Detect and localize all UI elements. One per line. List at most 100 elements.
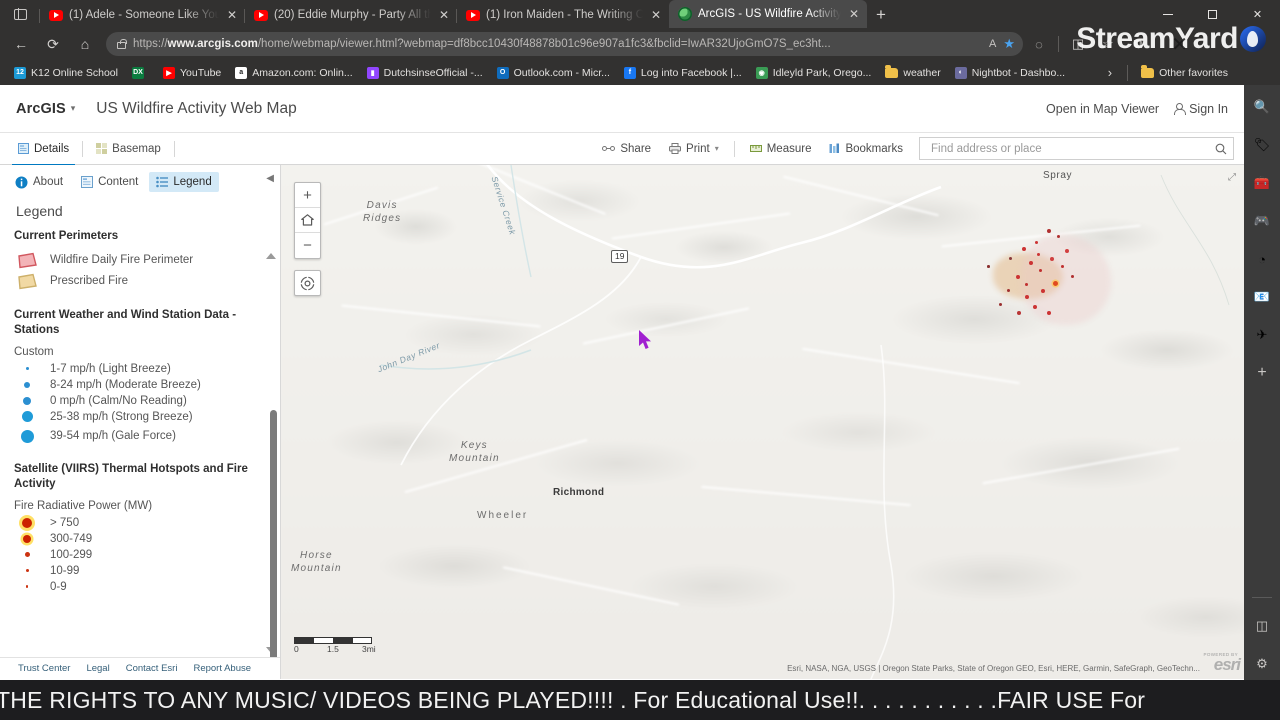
locate-button[interactable] [294,270,321,296]
other-favorites-button[interactable]: Other favorites [1135,65,1234,81]
microsoft365-icon[interactable]: ◔ [1252,249,1272,269]
bookmark-label: Amazon.com: Onlin... [252,66,353,79]
minimize-button[interactable] [1145,0,1190,28]
close-tab-button[interactable]: ✕ [225,9,239,21]
collections-icon[interactable]: ⧉ [1124,31,1152,57]
map-search-box[interactable] [919,137,1234,160]
tab-legend[interactable]: Legend [149,172,219,192]
close-tab-button[interactable]: ✕ [649,9,663,21]
split-screen-icon[interactable]: ◫ [1064,31,1092,57]
report-abuse-link[interactable]: Report Abuse [193,663,251,674]
panel-scrollbar[interactable] [270,410,277,657]
new-tab-button[interactable]: + [867,2,895,28]
home-button[interactable] [295,208,320,233]
legend-symbol [14,517,40,528]
bookmark-item[interactable]: 12 K12 Online School [8,65,124,81]
close-tab-button[interactable]: ✕ [437,9,451,21]
browser-tab[interactable]: (20) Eddie Murphy - Party All the ✕ [244,2,457,28]
map-label: Wheeler [477,510,529,521]
collapse-panel-button[interactable]: ◀ [266,173,274,184]
legend-symbol [14,396,40,405]
tab-details[interactable]: Details [10,137,77,166]
tab-separator [39,9,40,23]
legend-item-label: 39-54 mp/h (Gale Force) [50,430,176,443]
back-button[interactable]: ← [6,31,36,57]
divider [82,140,84,157]
browser-tab[interactable]: (1) Adele - Someone Like You (lV ✕ [39,2,245,28]
tab-title: (1) Adele - Someone Like You (lV [69,9,219,21]
bookmark-item[interactable]: O Outlook.com - Micr... [491,65,616,81]
measure-icon [749,145,762,152]
k12-icon: 12 [14,66,26,79]
close-window-button[interactable]: ✕ [1235,0,1280,28]
contact-esri-link[interactable]: Contact Esri [126,663,178,674]
outlook-icon[interactable]: 📧 [1252,287,1272,307]
maximize-button[interactable] [1190,0,1235,28]
arcgis-brand[interactable]: ArcGIS [16,101,66,117]
legend-symbol [14,411,40,423]
tab-actions-button[interactable] [0,0,40,28]
add-icon[interactable]: + [1252,363,1272,383]
settings-gear-icon[interactable]: ⚙ [1252,654,1272,674]
bookmark-item[interactable]: DX [126,65,155,81]
tab-content[interactable]: Content [74,172,145,192]
measure-button[interactable]: Measure [742,137,820,161]
address-bar[interactable]: https://www.arcgis.com/home/webmap/viewe… [106,32,1023,56]
reload-button[interactable]: ⟳ [38,31,68,57]
games-icon[interactable]: 🎮 [1252,211,1272,231]
scroll-up-arrow[interactable] [266,253,276,259]
scale-mid: 1.5 [327,644,339,654]
divider [733,140,735,157]
search-icon[interactable] [1215,143,1227,155]
other-favorites-label: Other favorites [1159,66,1228,79]
browser-tab-active[interactable]: ArcGIS - US Wildfire Activity Web ✕ [669,0,867,28]
open-in-map-viewer-link[interactable]: Open in Map Viewer [1046,102,1159,116]
legend-item-label: Wildfire Daily Fire Perimeter [50,254,194,267]
legend-item: Wildfire Daily Fire Perimeter [14,252,266,269]
close-icon[interactable]: ✕ [1171,32,1188,57]
search-input[interactable] [929,141,1215,156]
bookmark-item[interactable]: ▶ YouTube [157,65,227,81]
expand-icon[interactable]: ⤢ [1228,172,1236,183]
toolbar-actions: Share Print ▾ Measure Bookmarks [594,137,1234,161]
legal-link[interactable]: Legal [86,663,109,674]
bookmarks-bar: 12 K12 Online School DX ▶ YouTube a Amaz… [0,60,1280,85]
tab-about[interactable]: About [8,172,70,193]
bookmark-item[interactable]: ◐ Nightbot - Dashbo... [949,65,1071,81]
send-icon[interactable]: ✈ [1252,325,1272,345]
browser-tab[interactable]: (1) Iron Maiden - The Writing On ✕ [456,2,669,28]
chevron-down-icon[interactable]: ▾ [71,103,76,114]
trust-center-link[interactable]: Trust Center [18,663,70,674]
copilot-icon[interactable]: ◌ [1025,31,1053,57]
close-tab-button[interactable]: ✕ [847,8,861,20]
zoom-out-button[interactable]: − [295,233,320,258]
home-icon [301,214,314,226]
bookmark-item[interactable]: weather [879,65,946,81]
home-button[interactable]: ⌂ [70,31,100,57]
share-button[interactable]: Share [594,137,659,161]
read-aloud-icon[interactable]: A [989,38,996,50]
bookmarks-button[interactable]: Bookmarks [821,137,911,161]
favorites-icon[interactable]: ☆ [1094,31,1122,57]
tab-basemap[interactable]: Basemap [88,137,169,161]
legend-symbol [14,273,40,290]
tools-icon[interactable]: 🧰 [1252,173,1272,193]
tab-separator [244,9,245,23]
share-icon [602,146,616,151]
split-pane-icon[interactable]: ◫ [1252,616,1272,636]
print-button[interactable]: Print ▾ [661,137,727,161]
bookmark-item[interactable]: ◉ Idleyld Park, Orego... [750,65,878,81]
bookmark-item[interactable]: f Log into Facebook |... [618,65,748,81]
highway-shield: 19 [611,250,629,263]
map-canvas[interactable]: + − 19 Davis Ridges Keys Mountain Horse … [281,165,1244,679]
sign-in-button[interactable]: Sign In [1173,102,1228,116]
search-icon[interactable]: 🔍 [1252,97,1272,117]
bookmark-item[interactable]: ▮ DutchsinseOfficial -... [361,65,489,81]
tab-title: ArcGIS - US Wildfire Activity Web [698,8,841,20]
favorite-star-icon[interactable]: ★ [1003,36,1015,52]
navigation-bar: ← ⟳ ⌂ https://www.arcgis.com/home/webmap… [0,28,1280,60]
bookmark-item[interactable]: a Amazon.com: Onlin... [229,65,358,81]
zoom-in-button[interactable]: + [295,183,320,208]
bookmarks-overflow-button[interactable]: › [1100,65,1120,80]
shopping-tag-icon[interactable]: 🏷 [1252,135,1272,155]
